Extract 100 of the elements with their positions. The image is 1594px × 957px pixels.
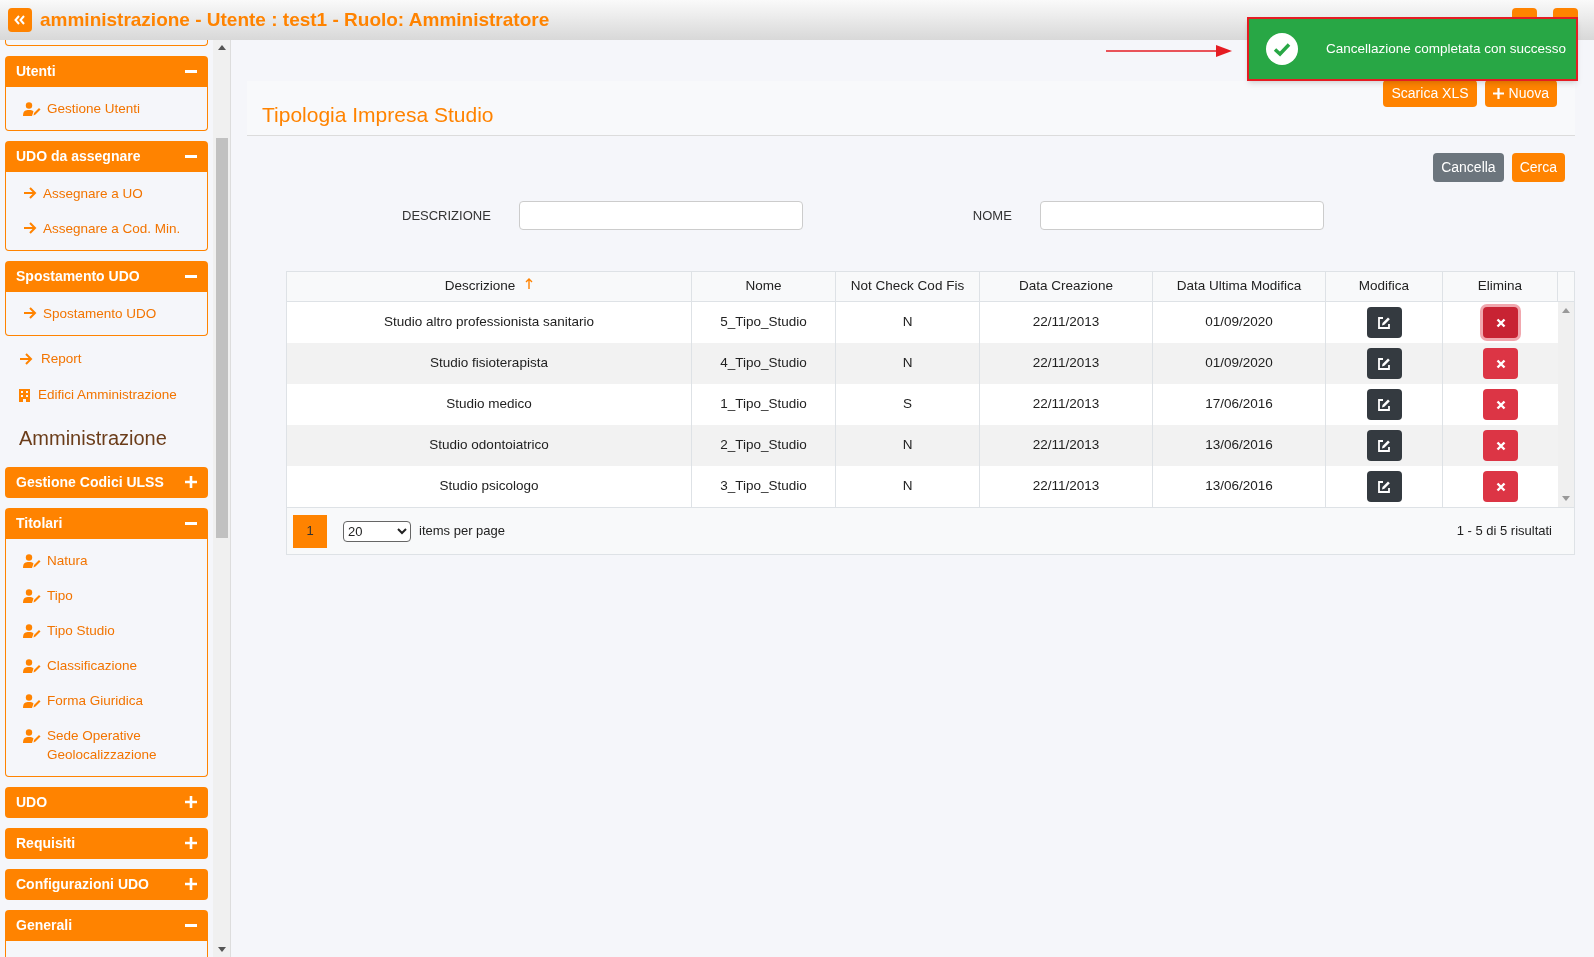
user-edit-icon — [23, 588, 41, 603]
menu-section-heading: Amministrazione — [18, 425, 168, 451]
edit-icon — [1377, 479, 1391, 494]
menu-item-link[interactable]: Forma Giuridica — [47, 690, 144, 710]
filter-input[interactable] — [1039, 201, 1324, 230]
user-edit-icon — [23, 693, 41, 708]
menu-group-header[interactable]: Utenti — [5, 56, 208, 87]
edit-button[interactable] — [1366, 430, 1402, 461]
edit-icon — [1377, 315, 1391, 330]
menu-link[interactable]: Report — [41, 349, 82, 370]
page-size-label: items per page — [419, 522, 505, 541]
new-button[interactable]: Nuova — [1484, 80, 1557, 107]
edit-button[interactable] — [1366, 348, 1402, 379]
menu-item-link[interactable]: Gestione Utenti — [47, 99, 141, 118]
field-label: DESCRIZIONE — [402, 206, 491, 225]
menu-item-link[interactable]: Classificazione — [47, 655, 138, 675]
user-edit-icon — [23, 658, 41, 673]
double-chevron-left-icon — [14, 15, 26, 25]
plus-icon — [185, 837, 197, 849]
menu-link[interactable]: Edifici Amministrazione — [38, 385, 177, 406]
delete-button[interactable] — [1483, 389, 1518, 420]
edit-button[interactable] — [1366, 389, 1402, 420]
menu-group-header[interactable]: UDO da assegnare — [5, 141, 208, 172]
menu-item-link[interactable]: Tipo — [47, 585, 73, 605]
results-summary: 1 - 5 di 5 risultati — [1456, 522, 1552, 541]
table-cell: Studio psicologo — [287, 466, 692, 507]
menu-group-header[interactable]: Requisiti — [5, 827, 208, 859]
menu-group-header[interactable]: Generali — [5, 909, 208, 941]
column-header[interactable]: Data Creazione — [980, 272, 1153, 301]
close-icon — [1495, 317, 1506, 328]
scroll-down-icon — [217, 947, 226, 952]
arrow-right-icon — [23, 222, 37, 234]
menu-group-header[interactable]: Spostamento UDO — [5, 261, 208, 292]
menu-item-link[interactable]: Assegnare a UO — [43, 184, 143, 203]
close-icon — [1495, 358, 1506, 369]
user-edit-icon — [23, 102, 41, 116]
field-label: NOME — [972, 206, 1012, 225]
menu-item-link[interactable]: Natura — [47, 550, 88, 570]
menu-item-link[interactable]: Sede Operative Geolocalizzazione — [47, 725, 199, 764]
filter-input[interactable] — [518, 201, 803, 230]
column-header[interactable]: Modifica — [1326, 272, 1443, 301]
edit-icon — [1377, 356, 1391, 371]
delete-button[interactable] — [1483, 307, 1518, 338]
menu-group-header[interactable]: Configurazioni UDO — [5, 868, 208, 900]
plus-icon — [185, 476, 197, 488]
check-circle-icon — [1266, 33, 1298, 65]
table-cell: 3_Tipo_Studio — [692, 466, 836, 507]
close-icon — [1495, 399, 1506, 410]
menu-item-link[interactable]: Spostamento UDO — [43, 304, 157, 323]
plus-icon — [1492, 88, 1504, 99]
minus-icon — [185, 923, 197, 927]
delete-button[interactable] — [1483, 471, 1518, 502]
page-title: Tipologia Impresa Studio — [262, 102, 494, 129]
clear-button[interactable]: Cancella — [1433, 153, 1504, 182]
sort-ascending-icon — [525, 277, 534, 290]
page-size-select[interactable]: 20 — [343, 520, 411, 542]
column-header[interactable]: Elimina — [1443, 272, 1558, 301]
building-icon — [19, 388, 30, 402]
menu-item-link[interactable]: Tipo Studio — [47, 620, 115, 640]
scroll-up-icon — [217, 45, 226, 50]
sidebar-scrollbar[interactable] — [213, 40, 231, 957]
user-edit-icon — [23, 728, 41, 743]
column-header[interactable]: Descrizione — [287, 272, 692, 301]
search-button[interactable]: Cerca — [1511, 153, 1565, 182]
toast-message: Cancellazione completata con successo — [1326, 39, 1567, 58]
arrow-right-icon — [19, 353, 33, 366]
table-cell: N — [836, 466, 980, 507]
edit-icon — [1377, 397, 1391, 412]
user-edit-icon — [23, 623, 41, 638]
menu-group-header[interactable]: Gestione Codici ULSS — [5, 466, 208, 498]
app-title: amministrazione - Utente : test1 - Ruolo: Amministratore — [40, 7, 550, 32]
menu-group-header[interactable]: Titolari — [5, 507, 208, 539]
column-header[interactable]: Not Check Cod Fis — [836, 272, 980, 301]
user-edit-icon — [23, 553, 41, 568]
table-scrollbar[interactable] — [1558, 302, 1574, 507]
menu-group-header[interactable]: UDO — [5, 786, 208, 818]
minus-icon — [185, 155, 197, 158]
delete-button[interactable] — [1483, 348, 1518, 379]
close-icon — [1495, 440, 1506, 451]
menu-item-link[interactable]: Assegnare a Cod. Min. — [43, 219, 181, 238]
collapse-sidebar-button[interactable] — [8, 8, 32, 32]
plus-icon — [185, 796, 197, 808]
scroll-up-icon — [1562, 308, 1570, 313]
edit-button[interactable] — [1366, 307, 1402, 338]
edit-button[interactable] — [1366, 471, 1402, 502]
page-button[interactable]: 1 — [293, 514, 327, 548]
column-header[interactable]: Data Ultima Modifica — [1153, 272, 1326, 301]
arrow-right-icon — [23, 187, 37, 199]
close-icon — [1495, 481, 1506, 492]
plus-icon — [185, 878, 197, 890]
edit-icon — [1377, 438, 1391, 453]
delete-button[interactable] — [1483, 430, 1518, 461]
minus-icon — [185, 275, 197, 278]
download-button[interactable]: Scarica XLS — [1383, 80, 1477, 107]
minus-icon — [185, 521, 197, 525]
arrow-right-icon — [23, 307, 37, 319]
column-header[interactable]: Nome — [692, 272, 836, 301]
table-cell: 22/11/2013 — [980, 466, 1153, 507]
minus-icon — [185, 70, 197, 73]
scroll-down-icon — [1562, 496, 1570, 501]
